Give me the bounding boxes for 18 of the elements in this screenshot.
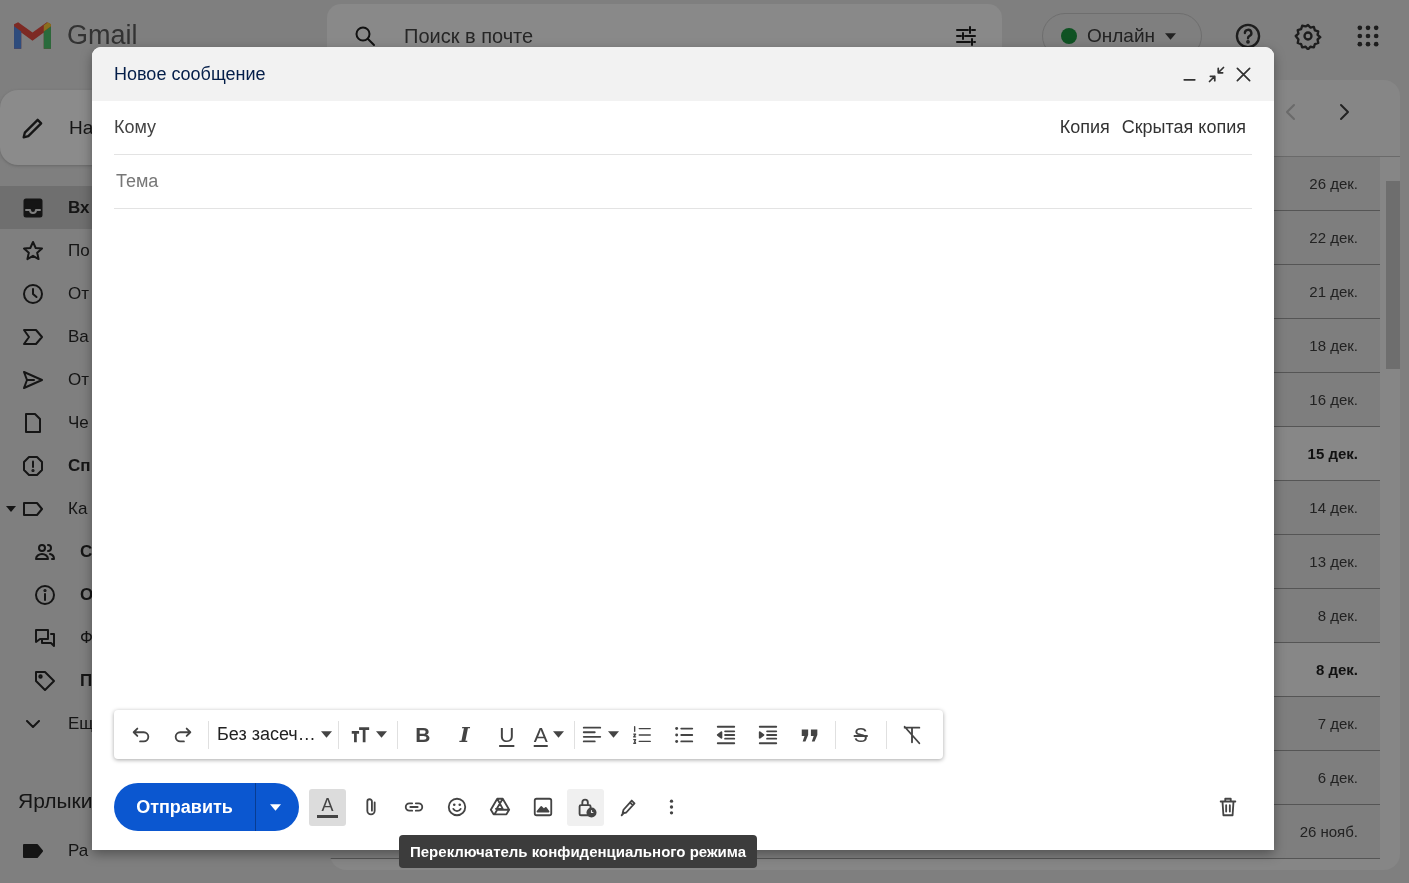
mail-date: 16 дек.	[1309, 391, 1358, 408]
mail-date: 22 дек.	[1309, 229, 1358, 246]
tooltip: Переключатель конфиденциального режима	[399, 835, 758, 868]
labels-heading: Ярлыки	[18, 789, 93, 814]
mail-date: 15 дек.	[1307, 445, 1358, 462]
to-label: Кому	[114, 117, 157, 138]
mail-date: 7 дек.	[1317, 715, 1358, 732]
mail-date: 21 дек.	[1309, 283, 1358, 300]
mail-date: 8 дек.	[1315, 661, 1358, 678]
mail-date: 14 дек.	[1309, 499, 1358, 516]
dialog-title: Новое сообщение	[114, 63, 266, 85]
mail-date: 18 дек.	[1309, 337, 1358, 354]
mail-date: 26 дек.	[1309, 175, 1358, 192]
mail-date: 8 дек.	[1317, 607, 1358, 624]
mail-date: 26 нояб.	[1299, 823, 1358, 840]
mail-date: 13 дек.	[1309, 553, 1358, 570]
app-name: Gmail	[67, 20, 138, 51]
mail-date: 6 дек.	[1317, 769, 1358, 786]
